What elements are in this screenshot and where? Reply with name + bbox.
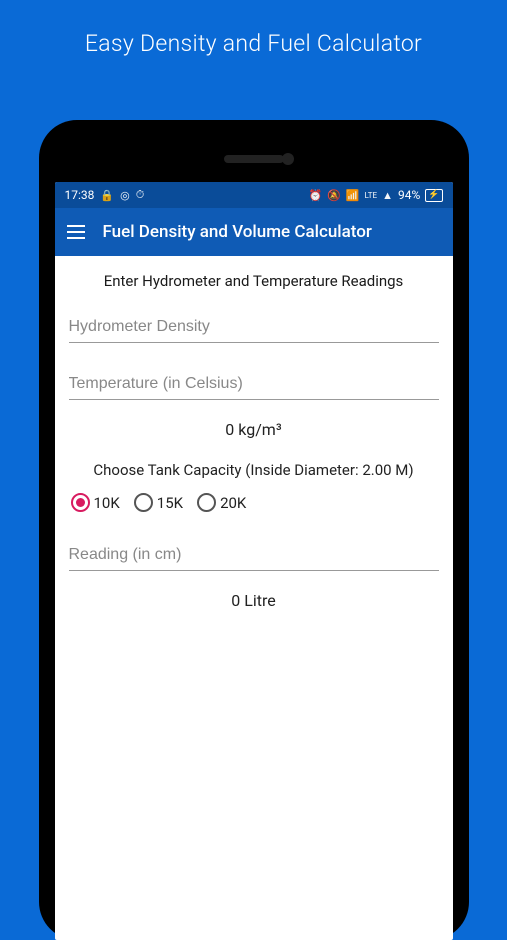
radio-option-20k[interactable]: 20K xyxy=(197,493,246,512)
app-bar: Fuel Density and Volume Calculator xyxy=(55,208,453,256)
status-right: ⏰ 🔕 📶 LTE ▲ 94% ⚡ xyxy=(308,188,442,202)
clock-icon: ⏱ xyxy=(136,188,145,202)
section-header: Enter Hydrometer and Temperature Reading… xyxy=(69,272,439,290)
battery-icon: ⚡ xyxy=(425,189,442,202)
volume-result: 0 Litre xyxy=(69,591,439,610)
target-icon: ◎ xyxy=(120,189,130,202)
screen: 17:38 🔒 ◎ ⏱ ⏰ 🔕 📶 LTE ▲ 94% ⚡ Fuel Densi… xyxy=(55,182,453,940)
radio-icon xyxy=(71,493,90,512)
radio-icon xyxy=(134,493,153,512)
phone-speaker xyxy=(224,155,284,163)
radio-icon xyxy=(197,493,216,512)
status-bar: 17:38 🔒 ◎ ⏱ ⏰ 🔕 📶 LTE ▲ 94% ⚡ xyxy=(55,182,453,208)
lte-text: LTE xyxy=(365,191,378,200)
radio-label: 10K xyxy=(94,494,120,512)
temperature-input[interactable] xyxy=(69,369,439,400)
radio-option-10k[interactable]: 10K xyxy=(71,493,120,512)
status-left: 17:38 🔒 ◎ ⏱ xyxy=(65,188,145,202)
radio-label: 20K xyxy=(220,494,246,512)
menu-icon[interactable] xyxy=(67,225,85,239)
promo-title: Easy Density and Fuel Calculator xyxy=(0,0,507,57)
tank-radio-group: 10K 15K 20K xyxy=(69,493,439,512)
alarm-icon: ⏰ xyxy=(308,189,322,202)
radio-option-15k[interactable]: 15K xyxy=(134,493,183,512)
density-result: 0 kg/m³ xyxy=(69,420,439,439)
status-time: 17:38 xyxy=(65,188,95,202)
tank-capacity-label: Choose Tank Capacity (Inside Diameter: 2… xyxy=(69,461,439,479)
reading-input[interactable] xyxy=(69,540,439,571)
mute-icon: 🔕 xyxy=(327,189,341,202)
app-title: Fuel Density and Volume Calculator xyxy=(103,222,372,242)
phone-camera xyxy=(282,153,294,165)
network-icon: 📶 xyxy=(346,189,360,202)
hydrometer-input[interactable] xyxy=(69,312,439,343)
battery-percent: 94% xyxy=(398,188,420,202)
content: Enter Hydrometer and Temperature Reading… xyxy=(55,256,453,648)
lock-icon: 🔒 xyxy=(100,189,114,202)
phone-frame: 17:38 🔒 ◎ ⏱ ⏰ 🔕 📶 LTE ▲ 94% ⚡ Fuel Densi… xyxy=(39,120,469,940)
signal-icon: ▲ xyxy=(382,189,393,202)
radio-label: 15K xyxy=(157,494,183,512)
